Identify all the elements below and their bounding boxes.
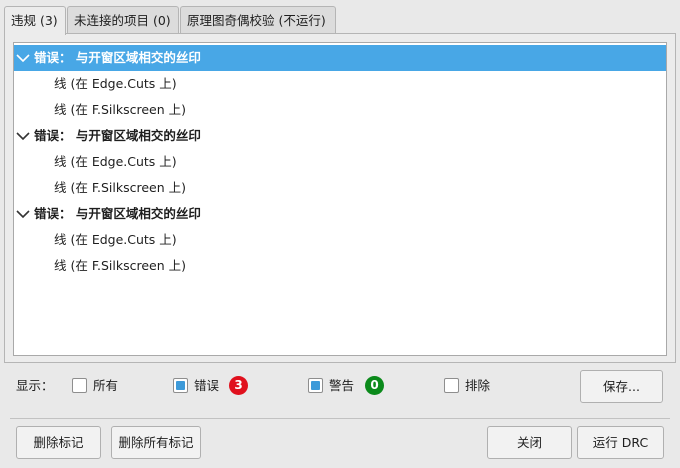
all-label: 所有 (93, 378, 119, 393)
violation-label: 错误： 与开窗区域相交的丝印 (34, 50, 201, 65)
run-drc-button[interactable]: 运行 DRC (577, 426, 664, 459)
violations-panel: 错误： 与开窗区域相交的丝印 线 (在 Edge.Cuts 上) 线 (在 F.… (4, 33, 676, 363)
exclusions-label: 排除 (465, 378, 491, 393)
delete-all-markers-button[interactable]: 删除所有标记 (111, 426, 201, 459)
violation-item-label: 线 (在 Edge.Cuts 上) (54, 76, 177, 91)
all-checkbox[interactable] (72, 378, 87, 393)
close-button[interactable]: 关闭 (487, 426, 572, 459)
tab-violations[interactable]: 违规 (3) (4, 6, 66, 35)
violation-label: 错误： 与开窗区域相交的丝印 (34, 128, 201, 143)
errors-count-badge: 3 (229, 376, 248, 395)
violation-row[interactable]: 错误： 与开窗区域相交的丝印 (14, 123, 666, 149)
warnings-label: 警告 (329, 378, 355, 393)
separator (10, 418, 670, 419)
violation-item-row[interactable]: 线 (在 F.Silkscreen 上) (14, 175, 666, 201)
violation-item-label: 线 (在 Edge.Cuts 上) (54, 232, 177, 247)
violations-tree[interactable]: 错误： 与开窗区域相交的丝印 线 (在 Edge.Cuts 上) 线 (在 F.… (13, 42, 667, 356)
tab-unconnected-items[interactable]: 未连接的项目 (0) (67, 6, 179, 33)
warnings-count-badge: 0 (365, 376, 384, 395)
violation-label: 错误： 与开窗区域相交的丝印 (34, 206, 201, 221)
warnings-checkbox[interactable] (308, 378, 323, 393)
violation-item-label: 线 (在 F.Silkscreen 上) (54, 258, 187, 273)
errors-label: 错误 (194, 378, 220, 393)
show-label: 显示： (16, 378, 54, 393)
violation-row[interactable]: 错误： 与开窗区域相交的丝印 (14, 45, 666, 71)
save-button[interactable]: 保存... (580, 370, 663, 403)
violation-item-label: 线 (在 F.Silkscreen 上) (54, 102, 187, 117)
tab-schematic-parity[interactable]: 原理图奇偶校验 (不运行) (180, 6, 336, 33)
errors-checkbox[interactable] (173, 378, 188, 393)
violation-item-row[interactable]: 线 (在 F.Silkscreen 上) (14, 97, 666, 123)
violation-item-row[interactable]: 线 (在 Edge.Cuts 上) (14, 71, 666, 97)
delete-marker-button[interactable]: 删除标记 (16, 426, 101, 459)
chevron-down-icon[interactable] (16, 131, 30, 141)
violation-item-row[interactable]: 线 (在 F.Silkscreen 上) (14, 253, 666, 279)
violation-item-row[interactable]: 线 (在 Edge.Cuts 上) (14, 149, 666, 175)
exclusions-checkbox[interactable] (444, 378, 459, 393)
violation-item-label: 线 (在 Edge.Cuts 上) (54, 154, 177, 169)
chevron-down-icon[interactable] (16, 53, 30, 63)
violation-item-label: 线 (在 F.Silkscreen 上) (54, 180, 187, 195)
chevron-down-icon[interactable] (16, 209, 30, 219)
violation-row[interactable]: 错误： 与开窗区域相交的丝印 (14, 201, 666, 227)
violation-item-row[interactable]: 线 (在 Edge.Cuts 上) (14, 227, 666, 253)
